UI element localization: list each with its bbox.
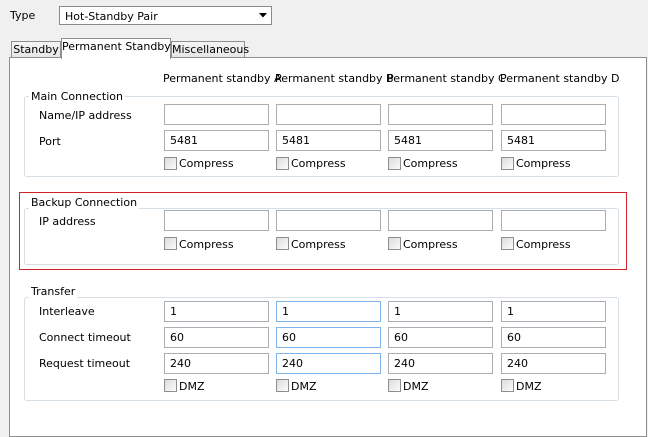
connect-timeout-input-b[interactable]: 60	[276, 327, 381, 348]
interleave-input-c[interactable]: 1	[388, 301, 493, 322]
name-ip-input-a[interactable]	[164, 104, 269, 125]
request-timeout-input-d[interactable]: 240	[501, 353, 606, 374]
port-input-c[interactable]: 5481	[388, 130, 493, 151]
port-input-a[interactable]: 5481	[164, 130, 269, 151]
column-header-c: Permanent standby C	[387, 72, 506, 85]
backup-compress-checkbox-d[interactable]	[501, 237, 514, 250]
interleave-input-a[interactable]: 1	[164, 301, 269, 322]
transfer-title: Transfer	[29, 285, 78, 298]
name-ip-label: Name/IP address	[39, 109, 132, 122]
main-compress-label-a: Compress	[179, 157, 234, 170]
backup-connection-title: Backup Connection	[29, 196, 140, 209]
backup-compress-checkbox-c[interactable]	[388, 237, 401, 250]
type-label: Type	[10, 9, 36, 22]
dmz-checkbox-a[interactable]	[164, 379, 177, 392]
chevron-down-icon	[254, 7, 271, 24]
main-compress-checkbox-a[interactable]	[164, 157, 177, 170]
connect-timeout-input-d[interactable]: 60	[501, 327, 606, 348]
request-timeout-label: Request timeout	[39, 357, 131, 370]
type-dropdown[interactable]: Hot-Standby Pair	[59, 6, 272, 25]
type-dropdown-value: Hot-Standby Pair	[65, 10, 158, 23]
backup-compress-label-c: Compress	[403, 238, 458, 251]
connect-timeout-input-a[interactable]: 60	[164, 327, 269, 348]
connect-timeout-label: Connect timeout	[39, 331, 131, 344]
dmz-label-b: DMZ	[291, 380, 317, 393]
main-compress-checkbox-d[interactable]	[501, 157, 514, 170]
backup-compress-label-a: Compress	[179, 238, 234, 251]
column-header-a: Permanent standby A	[163, 72, 282, 85]
port-label: Port	[39, 135, 61, 148]
main-compress-checkbox-b[interactable]	[276, 157, 289, 170]
port-input-b[interactable]: 5481	[276, 130, 381, 151]
main-compress-label-d: Compress	[516, 157, 571, 170]
name-ip-input-c[interactable]	[388, 104, 493, 125]
backup-compress-label-d: Compress	[516, 238, 571, 251]
interleave-input-b[interactable]: 1	[276, 301, 381, 322]
column-header-b: Permanent standby B	[275, 72, 394, 85]
dmz-checkbox-c[interactable]	[388, 379, 401, 392]
dmz-label-d: DMZ	[516, 380, 542, 393]
request-timeout-input-b[interactable]: 240	[276, 353, 381, 374]
main-compress-checkbox-c[interactable]	[388, 157, 401, 170]
backup-compress-label-b: Compress	[291, 238, 346, 251]
main-connection-title: Main Connection	[29, 90, 125, 103]
backup-compress-checkbox-a[interactable]	[164, 237, 177, 250]
column-header-d: Permanent standby D	[500, 72, 620, 85]
name-ip-input-b[interactable]	[276, 104, 381, 125]
connect-timeout-input-c[interactable]: 60	[388, 327, 493, 348]
interleave-input-d[interactable]: 1	[501, 301, 606, 322]
tab-panel: Permanent standby A Permanent standby B …	[9, 57, 647, 437]
main-compress-label-b: Compress	[291, 157, 346, 170]
main-compress-label-c: Compress	[403, 157, 458, 170]
ip-address-label: IP address	[39, 215, 96, 228]
name-ip-input-d[interactable]	[501, 104, 606, 125]
backup-ip-input-c[interactable]	[388, 210, 493, 231]
dmz-checkbox-d[interactable]	[501, 379, 514, 392]
tab-permanent-standby[interactable]: Permanent Standby	[61, 38, 171, 59]
interleave-label: Interleave	[39, 305, 95, 318]
backup-compress-checkbox-b[interactable]	[276, 237, 289, 250]
dmz-checkbox-b[interactable]	[276, 379, 289, 392]
request-timeout-input-a[interactable]: 240	[164, 353, 269, 374]
backup-ip-input-a[interactable]	[164, 210, 269, 231]
dmz-label-c: DMZ	[403, 380, 429, 393]
backup-ip-input-d[interactable]	[501, 210, 606, 231]
port-input-d[interactable]: 5481	[501, 130, 606, 151]
request-timeout-input-c[interactable]: 240	[388, 353, 493, 374]
dmz-label-a: DMZ	[179, 380, 205, 393]
backup-ip-input-b[interactable]	[276, 210, 381, 231]
